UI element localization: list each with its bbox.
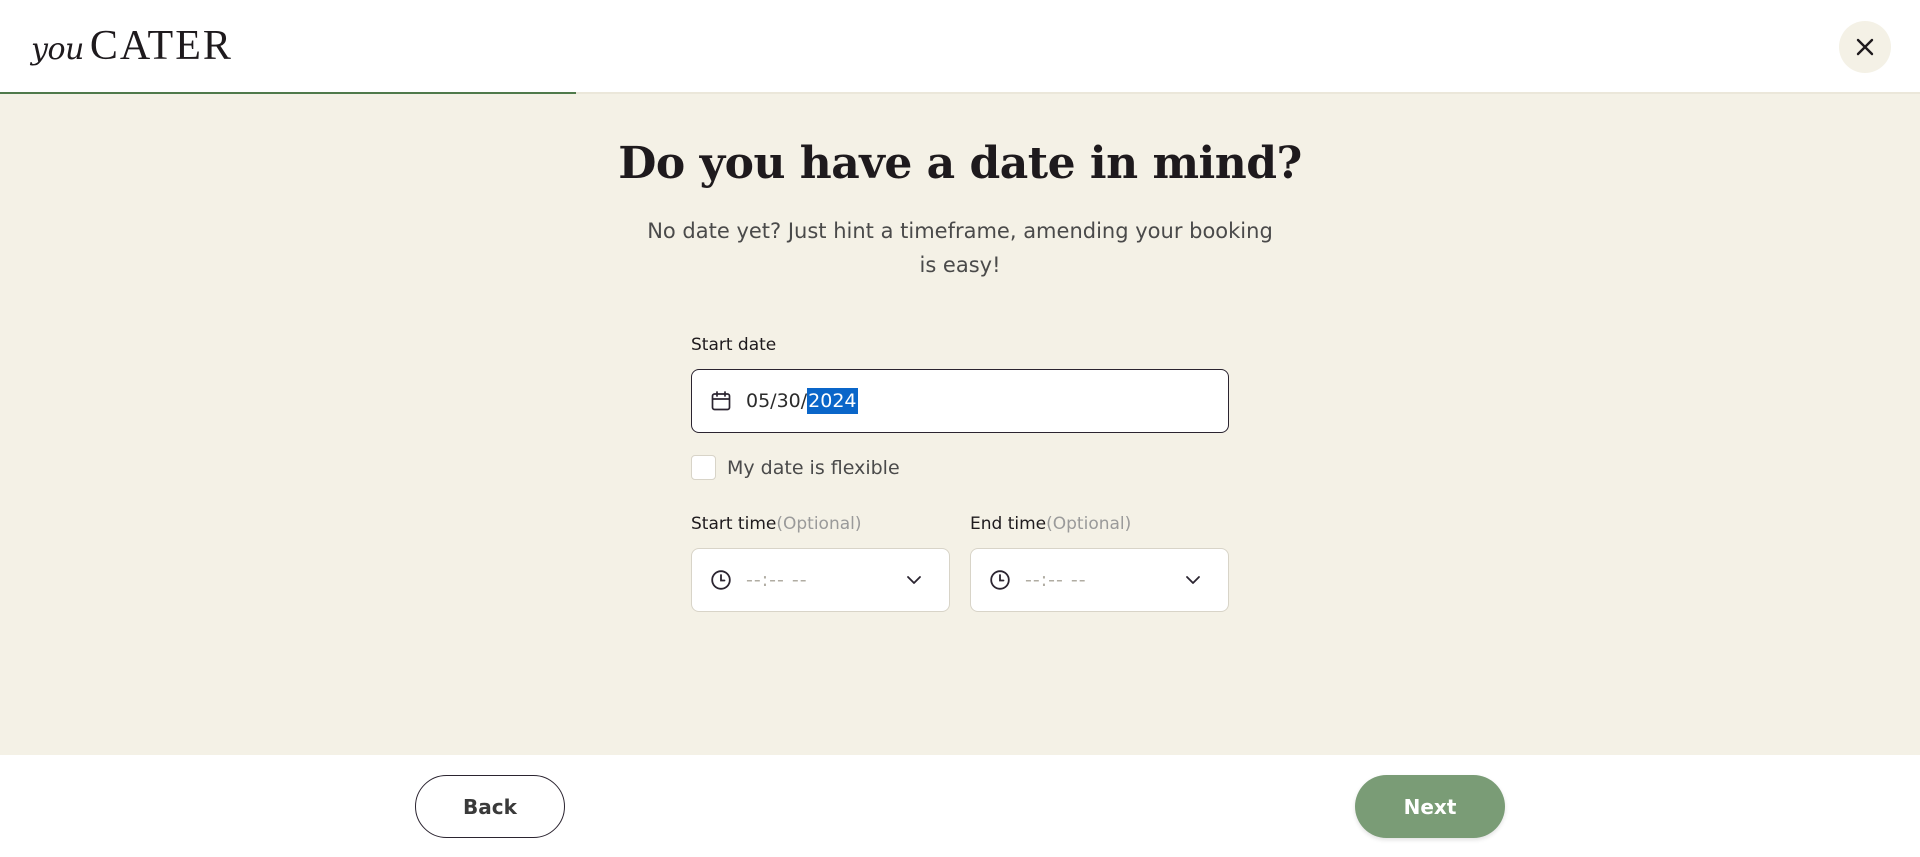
- date-flexible-option[interactable]: My date is flexible: [691, 455, 900, 480]
- youcater-logo[interactable]: you CATER: [31, 22, 233, 70]
- header: you CATER: [0, 0, 1920, 93]
- clock-icon: [990, 570, 1010, 590]
- start-date-input[interactable]: 05/30/2024: [691, 369, 1229, 433]
- main-content: Do you have a date in mind? No date yet?…: [0, 94, 1920, 755]
- date-flexible-checkbox[interactable]: [691, 455, 716, 480]
- close-button[interactable]: [1839, 21, 1891, 73]
- chevron-down-icon: [1186, 576, 1200, 584]
- page-subtitle: No date yet? Just hint a timeframe, amen…: [647, 219, 1273, 277]
- start-date-value[interactable]: 05/30/2024: [746, 388, 858, 414]
- logo-you-text: you: [31, 32, 84, 67]
- page-title: Do you have a date in mind?: [618, 138, 1302, 189]
- end-time-label: End time(Optional): [970, 514, 1131, 534]
- date-flexible-label: My date is flexible: [727, 456, 900, 479]
- start-time-label-text: Start time: [691, 514, 777, 534]
- start-date-label: Start date: [691, 335, 777, 355]
- back-button[interactable]: Back: [415, 775, 565, 838]
- start-time-optional-text: (Optional): [776, 514, 862, 534]
- chevron-down-icon: [907, 576, 921, 584]
- start-date-value-part: 05/30/: [746, 390, 808, 412]
- calendar-icon: [711, 391, 731, 411]
- footer: Back Next: [0, 755, 1920, 857]
- end-time-optional-text: (Optional): [1046, 514, 1132, 534]
- start-time-label: Start time(Optional): [691, 514, 862, 534]
- end-time-label-text: End time: [970, 514, 1047, 534]
- clock-icon: [711, 570, 731, 590]
- close-icon: [1856, 38, 1874, 56]
- end-time-select[interactable]: --:-- --: [970, 548, 1229, 612]
- start-time-select[interactable]: --:-- --: [691, 548, 950, 612]
- end-time-placeholder: --:-- --: [1025, 569, 1087, 591]
- start-date-selected-year: 2024: [807, 388, 858, 414]
- next-button[interactable]: Next: [1355, 775, 1505, 838]
- logo-cater-text: CATER: [89, 23, 233, 69]
- start-time-placeholder: --:-- --: [746, 569, 808, 591]
